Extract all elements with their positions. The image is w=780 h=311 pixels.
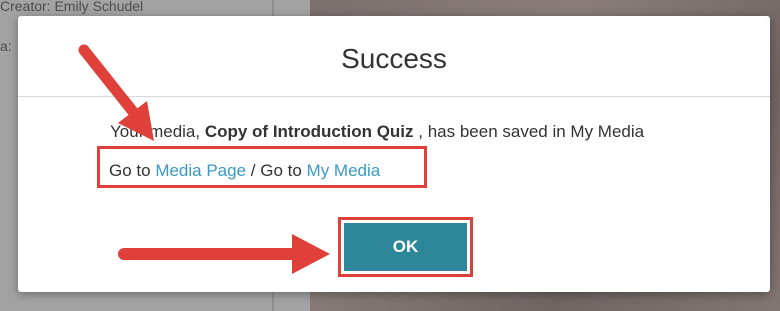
dialog-header: Success <box>18 16 770 97</box>
goto-separator: / Go to <box>246 161 307 180</box>
message-prefix: Your media, <box>110 122 205 141</box>
goto-links: Go to Media Page / Go to My Media <box>109 161 380 181</box>
message-suffix: , has been saved in My Media <box>413 122 645 141</box>
save-message: Your media, Copy of Introduction Quiz , … <box>110 122 644 142</box>
dialog-title: Success <box>341 43 447 74</box>
ok-button[interactable]: OK <box>344 223 467 271</box>
media-name: Copy of Introduction Quiz <box>204 122 414 141</box>
background-label-text: a: <box>0 38 12 54</box>
my-media-link[interactable]: My Media <box>307 161 381 180</box>
background-creator-text: Creator: Emily Schudel <box>0 0 144 14</box>
goto-label: Go to <box>109 161 156 180</box>
media-page-link[interactable]: Media Page <box>155 161 246 180</box>
success-dialog: Success Your media, Copy of Introduction… <box>18 16 770 292</box>
